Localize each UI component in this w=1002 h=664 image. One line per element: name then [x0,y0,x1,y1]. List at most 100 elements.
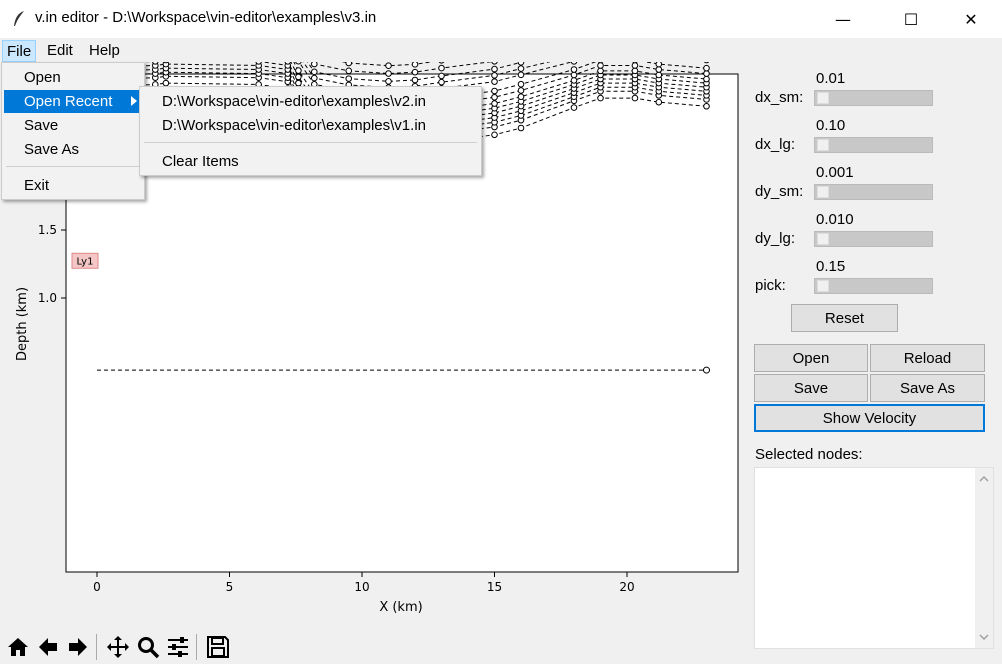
selected-nodes-scrollbar[interactable] [975,468,993,648]
selected-nodes-list[interactable] [754,467,994,649]
menu-file[interactable]: File [2,40,37,62]
layer-node[interactable] [597,62,604,69]
layer-node[interactable] [345,75,353,82]
layer-node[interactable] [703,64,710,72]
layer-node[interactable] [570,71,578,79]
layer-node[interactable] [517,65,525,72]
open-button[interactable]: Open [754,344,868,372]
minimize-button[interactable]: — [820,0,866,38]
layer-node[interactable] [517,93,525,101]
layer-node[interactable] [438,56,445,64]
show-velocity-button[interactable]: Show Velocity [754,404,985,432]
layer-node[interactable] [491,65,498,73]
recent-file-item[interactable]: D:\Workspace\vin-editor\examples\v1.in [142,114,479,137]
layer-node[interactable] [655,66,663,73]
layer-node[interactable] [570,58,578,65]
layer-node[interactable] [311,74,318,82]
layer-node[interactable] [411,76,419,84]
zoom-button[interactable] [134,632,162,662]
layer-node[interactable] [570,104,578,111]
layer-node[interactable] [655,98,663,106]
layer-node[interactable] [655,60,663,68]
layer-node[interactable] [597,56,604,64]
save-as-button[interactable]: Save As [870,374,985,402]
maximize-button[interactable]: ☐ [888,0,934,38]
layer-node[interactable] [295,67,302,74]
layer-node[interactable] [491,78,498,85]
slider-track[interactable] [814,137,933,153]
layer-node[interactable] [703,70,710,77]
slider-thumb[interactable] [817,186,829,198]
layer-node[interactable] [385,62,392,70]
layer-node[interactable] [517,59,525,66]
close-button[interactable]: ✕ [948,0,994,38]
menu-edit[interactable]: Edit [43,40,77,62]
clear-recent-items[interactable]: Clear Items [142,150,479,173]
layer-node[interactable] [703,366,710,374]
layer-node[interactable] [438,64,445,72]
file-menu-exit[interactable]: Exit [4,174,142,197]
scroll-down-icon[interactable] [975,628,993,646]
layer-node[interactable] [491,72,498,79]
layer-node[interactable] [597,67,604,75]
forward-button[interactable] [64,632,92,662]
save-button[interactable]: Save [754,374,868,402]
layer-node[interactable] [152,58,159,65]
layer-node[interactable] [411,61,419,68]
layer-node[interactable] [655,71,663,79]
layer-node[interactable] [385,78,392,85]
reload-button[interactable]: Reload [870,344,985,372]
layer-node[interactable] [570,77,578,84]
menu-help[interactable]: Help [85,40,124,62]
layer-node[interactable] [284,58,292,65]
layer-node[interactable] [438,78,445,86]
layer-node[interactable] [517,124,525,132]
layer-node[interactable] [570,66,578,73]
pan-button[interactable] [104,632,132,662]
scroll-up-icon[interactable] [975,470,993,488]
slider-track[interactable] [814,90,933,106]
layer-node[interactable] [255,58,262,65]
layer-node[interactable] [385,70,392,77]
layer-node[interactable] [631,94,639,102]
layer-node[interactable] [295,57,302,65]
layer-node[interactable] [491,93,498,101]
layer-node[interactable] [703,75,710,83]
layer-node[interactable] [438,72,445,80]
layer-node[interactable] [345,59,353,67]
layer-line[interactable] [97,18,707,75]
file-menu-save-as[interactable]: Save As [4,138,142,161]
file-menu-open-recent[interactable]: Open Recent [4,90,142,113]
layer-node[interactable] [631,62,639,69]
layer-node[interactable] [631,67,639,75]
layer-node[interactable] [517,80,525,88]
slider-thumb[interactable] [817,280,829,292]
slider-track[interactable] [814,184,933,200]
reset-button[interactable]: Reset [791,304,898,332]
layer-node[interactable] [491,87,498,95]
layer-node[interactable] [517,87,525,94]
layer-node[interactable] [491,100,498,107]
layer-node[interactable] [411,68,419,76]
slider-thumb[interactable] [817,92,829,104]
layer-node[interactable] [703,102,710,110]
recent-file-item[interactable]: D:\Workspace\vin-editor\examples\v2.in [142,90,479,113]
file-menu-open[interactable]: Open [4,66,142,89]
save-figure-button[interactable] [204,632,232,662]
layer-node[interactable] [703,56,710,64]
layer-node[interactable] [491,131,498,139]
slider-track[interactable] [814,278,933,294]
file-menu-save[interactable]: Save [4,114,142,137]
layer-node[interactable] [311,68,318,76]
configure-button[interactable] [164,632,192,662]
layer-node[interactable] [517,71,525,79]
layer-node[interactable] [631,56,639,64]
back-button[interactable] [34,632,62,662]
layer-node[interactable] [345,67,353,75]
layer-node[interactable] [311,60,318,68]
layer-node[interactable] [491,57,498,65]
slider-track[interactable] [814,231,933,247]
slider-thumb[interactable] [817,233,829,245]
slider-thumb[interactable] [817,139,829,151]
layer-node[interactable] [597,94,604,102]
